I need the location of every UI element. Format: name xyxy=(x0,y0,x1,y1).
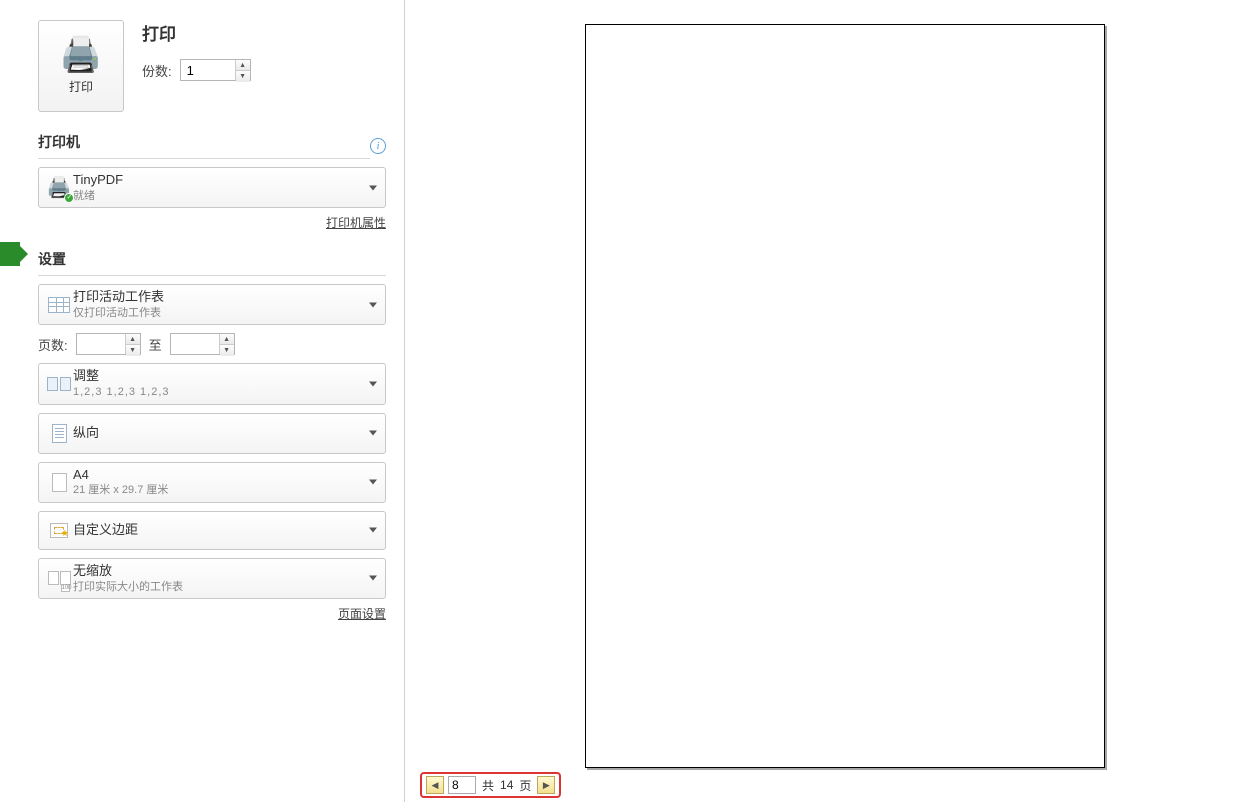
collate-sub: 1,2,3 1,2,3 1,2,3 xyxy=(73,385,170,399)
page-preview xyxy=(585,24,1105,768)
margins-select[interactable]: ★ 自定义边距 xyxy=(38,511,386,550)
scaling-select[interactable]: 无缩放 打印实际大小的工作表 xyxy=(38,558,386,599)
chevron-down-icon xyxy=(369,431,377,436)
info-icon[interactable]: i xyxy=(370,138,386,154)
paper-size-select[interactable]: A4 21 厘米 x 29.7 厘米 xyxy=(38,462,386,503)
page-total-suffix: 页 xyxy=(517,777,533,794)
left-gutter xyxy=(0,0,20,802)
chevron-down-icon xyxy=(369,185,377,190)
print-button[interactable]: 🖨️ 打印 xyxy=(38,20,124,112)
print-button-label: 打印 xyxy=(69,78,93,95)
page-navigator: ◀ 共 14 页 ▶ xyxy=(420,772,561,798)
chevron-down-icon xyxy=(369,480,377,485)
printer-icon: 🖨️ xyxy=(60,38,102,72)
prev-page-button[interactable]: ◀ xyxy=(426,776,444,794)
page-from-up[interactable]: ▲ xyxy=(126,334,140,345)
margins-icon: ★ xyxy=(45,523,73,538)
printer-properties-link[interactable]: 打印机属性 xyxy=(326,216,386,230)
chevron-down-icon xyxy=(369,576,377,581)
margins-main: 自定义边距 xyxy=(73,522,138,539)
worksheet-icon xyxy=(45,297,73,313)
pages-label: 页数: xyxy=(38,335,68,354)
page-total-prefix: 共 xyxy=(480,777,496,794)
page-to-spinner[interactable]: ▲▼ xyxy=(170,333,235,355)
collate-select[interactable]: 调整 1,2,3 1,2,3 1,2,3 xyxy=(38,363,386,404)
print-preview-area: ◀ 共 14 页 ▶ xyxy=(405,0,1240,802)
print-what-main: 打印活动工作表 xyxy=(73,289,164,306)
printer-device-icon: 🖨️ xyxy=(47,175,72,200)
page-from-input[interactable] xyxy=(77,334,125,354)
page-from-spinner[interactable]: ▲▼ xyxy=(76,333,141,355)
copies-label: 份数: xyxy=(142,61,172,80)
print-sidebar: 🖨️ 打印 打印 份数: ▲ ▼ 打印机 i 🖨️ xyxy=(20,0,405,802)
settings-section-title: 设置 xyxy=(38,249,386,276)
chevron-down-icon xyxy=(369,528,377,533)
pages-to-label: 至 xyxy=(149,335,162,354)
page-to-input[interactable] xyxy=(171,334,219,354)
scaling-sub: 打印实际大小的工作表 xyxy=(73,580,183,594)
collapse-tab[interactable] xyxy=(0,242,20,266)
copies-down[interactable]: ▼ xyxy=(236,71,250,82)
printer-section-title: 打印机 xyxy=(38,132,370,159)
copies-spinner[interactable]: ▲ ▼ xyxy=(180,59,251,81)
paper-main: A4 xyxy=(73,467,168,484)
printer-status: 就绪 xyxy=(73,189,123,203)
page-icon xyxy=(45,473,73,492)
copies-up[interactable]: ▲ xyxy=(236,60,250,71)
print-heading: 打印 xyxy=(142,20,251,45)
collate-main: 调整 xyxy=(73,368,170,385)
page-from-down[interactable]: ▼ xyxy=(126,345,140,356)
collate-icon xyxy=(45,377,73,391)
scaling-icon xyxy=(45,571,73,585)
page-to-up[interactable]: ▲ xyxy=(220,334,234,345)
page-to-down[interactable]: ▼ xyxy=(220,345,234,356)
copies-input[interactable] xyxy=(181,60,235,80)
orientation-select[interactable]: 纵向 xyxy=(38,413,386,454)
orientation-main: 纵向 xyxy=(73,425,99,442)
page-total: 14 xyxy=(500,778,513,792)
chevron-down-icon xyxy=(369,302,377,307)
print-what-sub: 仅打印活动工作表 xyxy=(73,306,164,320)
page-setup-link[interactable]: 页面设置 xyxy=(338,607,386,621)
chevron-down-icon xyxy=(369,381,377,386)
scaling-main: 无缩放 xyxy=(73,563,183,580)
printer-select[interactable]: 🖨️ TinyPDF 就绪 xyxy=(38,167,386,208)
next-page-button[interactable]: ▶ xyxy=(537,776,555,794)
paper-sub: 21 厘米 x 29.7 厘米 xyxy=(73,483,168,497)
portrait-icon xyxy=(45,424,73,443)
current-page-input[interactable] xyxy=(448,776,476,794)
printer-name: TinyPDF xyxy=(73,172,123,189)
print-what-select[interactable]: 打印活动工作表 仅打印活动工作表 xyxy=(38,284,386,325)
